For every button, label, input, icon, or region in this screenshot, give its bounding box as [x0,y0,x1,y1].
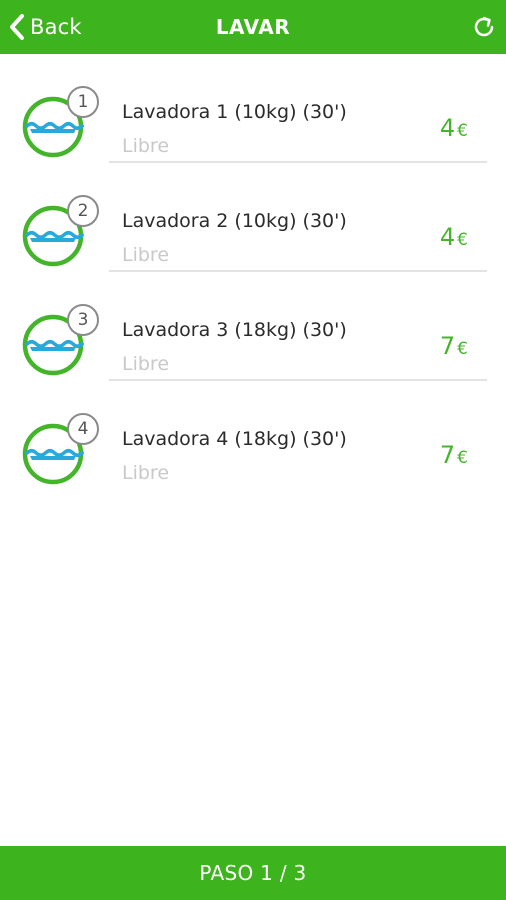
machine-number-badge: 1 [67,86,99,118]
machine-number-badge: 3 [67,304,99,336]
price-currency: € [457,230,468,250]
machine-number-badge: 2 [67,195,99,227]
price-value: 4 [439,223,456,251]
machine-price: 7 € [440,332,468,360]
machine-number-badge: 4 [67,413,99,445]
machine-row[interactable]: 4 Lavadora 4 (18kg) (30') Libre 7 € [0,381,506,490]
machine-status: Libre [122,244,170,266]
machine-status: Libre [122,462,170,484]
machine-price: 4 € [440,114,468,142]
machine-name: Lavadora 2 (10kg) (30') [122,210,347,232]
step-footer[interactable]: PASO 1 / 3 [0,846,506,900]
machine-name: Lavadora 4 (18kg) (30') [122,428,347,450]
app-screen: Back LAVAR 1 Lavadora 1 (10kg) (30') Lib… [0,0,506,900]
price-value: 4 [439,114,456,142]
machine-price: 4 € [440,223,468,251]
price-currency: € [457,121,468,141]
refresh-button[interactable] [470,13,498,41]
machine-name: Lavadora 3 (18kg) (30') [122,319,347,341]
machine-name: Lavadora 1 (10kg) (30') [122,101,347,123]
machine-list: 1 Lavadora 1 (10kg) (30') Libre 4 € 2 Lav… [0,54,506,490]
chevron-left-icon [10,14,24,40]
back-label: Back [30,15,82,39]
top-bar: Back LAVAR [0,0,506,54]
machine-status: Libre [122,135,170,157]
machine-row[interactable]: 1 Lavadora 1 (10kg) (30') Libre 4 € [0,54,506,163]
price-value: 7 [439,332,456,360]
machine-row[interactable]: 2 Lavadora 2 (10kg) (30') Libre 4 € [0,163,506,272]
price-value: 7 [439,441,456,469]
price-currency: € [457,339,468,359]
machine-row[interactable]: 3 Lavadora 3 (18kg) (30') Libre 7 € [0,272,506,381]
back-button[interactable]: Back [8,0,82,54]
machine-status: Libre [122,353,170,375]
machine-price: 7 € [440,441,468,469]
price-currency: € [457,448,468,468]
refresh-icon [474,16,494,37]
